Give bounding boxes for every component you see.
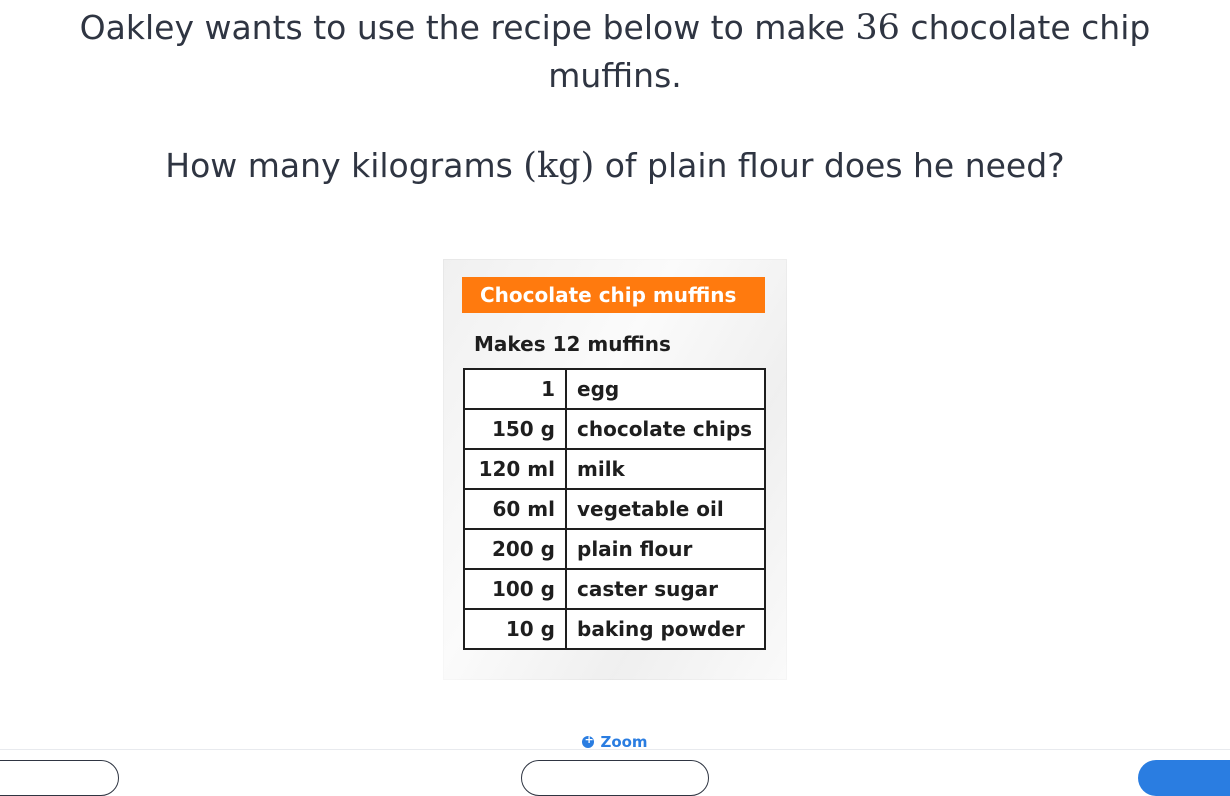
question-text: of plain flour does he need? <box>594 146 1065 185</box>
table-row: 120 ml milk <box>463 448 766 490</box>
question-text: chocolate chip <box>899 8 1151 47</box>
ingredient-name: chocolate chips <box>565 408 766 450</box>
table-row: 1 egg <box>463 368 766 410</box>
ingredient-quantity: 100 g <box>463 568 567 610</box>
question-line-1a: Oakley wants to use the recipe below to … <box>0 4 1230 52</box>
recipe-card: Chocolate chip muffins Makes 12 muffins … <box>443 259 787 680</box>
ingredient-name: vegetable oil <box>565 488 766 530</box>
muffin-target-number: 36 <box>855 8 900 48</box>
ingredient-quantity: 10 g <box>463 608 567 650</box>
question-text-wrap: muffins. <box>548 56 682 95</box>
table-row: 10 g baking powder <box>463 608 766 650</box>
question-text: How many kilograms <box>165 146 524 185</box>
zoom-in-icon <box>582 733 595 748</box>
footer-divider <box>0 749 1230 750</box>
recipe-title: Chocolate chip muffins <box>462 277 765 313</box>
ingredient-quantity: 60 ml <box>463 488 567 530</box>
table-row: 200 g plain flour <box>463 528 766 570</box>
ingredient-name: baking powder <box>565 608 766 650</box>
ingredient-quantity: 200 g <box>463 528 567 570</box>
ingredient-quantity: 120 ml <box>463 448 567 490</box>
table-row: 60 ml vegetable oil <box>463 488 766 530</box>
ingredient-name: egg <box>565 368 766 410</box>
ingredient-name: milk <box>565 448 766 490</box>
ingredient-quantity: 150 g <box>463 408 567 450</box>
ingredient-quantity: 1 <box>463 368 567 410</box>
ingredients-table: 1 egg 150 g chocolate chips 120 ml milk 60 … <box>463 368 766 650</box>
table-row: 150 g chocolate chips <box>463 408 766 450</box>
recipe-yield: Makes 12 muffins <box>474 332 671 356</box>
question-line-2: How many kilograms (kg) of plain flour d… <box>0 142 1230 190</box>
footer-primary-button[interactable] <box>1138 760 1230 796</box>
ingredient-name: plain flour <box>565 528 766 570</box>
ingredient-name: caster sugar <box>565 568 766 610</box>
table-row: 100 g caster sugar <box>463 568 766 610</box>
footer-left-button[interactable] <box>0 760 119 796</box>
footer-middle-button[interactable] <box>521 760 709 796</box>
unit-kg: (kg) <box>523 146 595 186</box>
question-line-1: Oakley wants to use the recipe below to … <box>0 4 1230 99</box>
question-text: Oakley wants to use the recipe below to … <box>79 8 856 47</box>
